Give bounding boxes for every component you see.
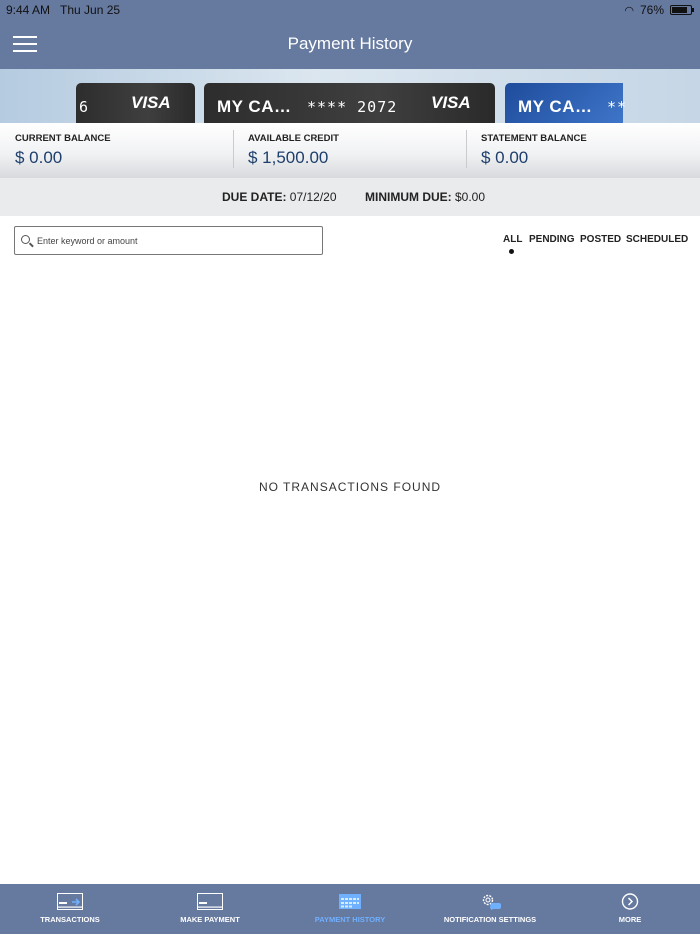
card-icon xyxy=(197,893,223,910)
available-credit-value: $ 1,500.00 xyxy=(248,148,329,167)
battery-percent: 76% xyxy=(639,3,664,17)
statement-balance-label: STATEMENT BALANCE xyxy=(481,133,587,144)
tab-label: MAKE PAYMENT xyxy=(180,915,240,924)
search-box[interactable] xyxy=(14,226,323,255)
tab-label: MORE xyxy=(618,915,642,924)
tab-notification-settings[interactable]: NOTIFICATION SETTINGS xyxy=(420,884,560,934)
gear-chat-icon xyxy=(482,894,501,910)
minimum-due: MINIMUM DUE: $0.00 xyxy=(365,190,486,204)
visa-logo: VISA xyxy=(131,93,171,112)
due-info-bar: DUE DATE: 07/12/20 MINIMUM DUE: $0.00 xyxy=(0,178,700,216)
balance-summary: CURRENT BALANCE $ 0.00 AVAILABLE CREDIT … xyxy=(0,123,700,178)
current-balance: CURRENT BALANCE $ 0.00 xyxy=(15,133,111,168)
wifi-icon: ◠ xyxy=(624,4,634,17)
tab-more[interactable]: MORE xyxy=(560,884,700,934)
current-balance-label: CURRENT BALANCE xyxy=(15,133,111,144)
bottom-tab-bar: TRANSACTIONS MAKE PAYMENT PAYMENT HISTOR… xyxy=(0,884,700,934)
app: 9:44 AM Thu Jun 25 ◠ 76% Payment History… xyxy=(0,0,700,934)
search-icon xyxy=(21,235,30,244)
available-credit-label: AVAILABLE CREDIT xyxy=(248,133,339,144)
card-transfer-icon xyxy=(57,893,83,910)
chevron-right-circle-icon xyxy=(621,893,639,910)
tab-label: TRANSACTIONS xyxy=(40,915,100,924)
card-name: MY CA… xyxy=(518,97,593,116)
calendar-icon xyxy=(339,894,361,909)
card-number: **** 2072 xyxy=(307,98,398,116)
tab-transactions[interactable]: TRANSACTIONS xyxy=(0,884,140,934)
card-next[interactable]: MY CA… ** xyxy=(505,83,626,123)
filter-scheduled[interactable]: SCHEDULED xyxy=(626,234,688,245)
tab-payment-history[interactable]: PAYMENT HISTORY xyxy=(280,884,420,934)
status-right: ◠ 76% xyxy=(624,3,694,17)
filter-pending[interactable]: PENDING xyxy=(529,234,575,245)
tab-label: PAYMENT HISTORY xyxy=(314,915,386,924)
filter-posted[interactable]: POSTED xyxy=(580,234,621,245)
battery-icon xyxy=(670,5,694,15)
statement-balance: STATEMENT BALANCE $ 0.00 xyxy=(481,133,587,168)
current-balance-value: $ 0.00 xyxy=(15,148,63,167)
card-previous[interactable]: 6 VISA xyxy=(76,83,195,123)
divider xyxy=(233,130,234,168)
tab-make-payment[interactable]: MAKE PAYMENT xyxy=(140,884,280,934)
status-time: 9:44 AM Thu Jun 25 xyxy=(6,3,121,17)
header-bar: 9:44 AM Thu Jun 25 ◠ 76% Payment History xyxy=(0,0,700,69)
card-number: ** xyxy=(607,98,628,116)
due-date: DUE DATE: 07/12/20 xyxy=(222,190,337,204)
divider xyxy=(466,130,467,168)
visa-logo: VISA xyxy=(431,93,471,112)
available-credit: AVAILABLE CREDIT $ 1,500.00 xyxy=(248,133,339,168)
tab-label: NOTIFICATION SETTINGS xyxy=(443,915,537,924)
card-carousel[interactable]: 6 VISA MY CA… **** 2072 VISA MY CA… ** xyxy=(0,69,700,123)
card-current[interactable]: MY CA… **** 2072 VISA xyxy=(204,83,495,123)
status-bar: 9:44 AM Thu Jun 25 ◠ 76% xyxy=(0,0,700,20)
statement-balance-value: $ 0.00 xyxy=(481,148,529,167)
card-number: 6 xyxy=(79,98,90,116)
page-title: Payment History xyxy=(287,34,413,53)
card-name: MY CA… xyxy=(217,97,292,116)
filter-selected-indicator xyxy=(509,249,514,254)
empty-state-message: NO TRANSACTIONS FOUND xyxy=(258,480,442,494)
search-input[interactable] xyxy=(37,231,317,251)
filter-all[interactable]: ALL xyxy=(503,234,522,245)
